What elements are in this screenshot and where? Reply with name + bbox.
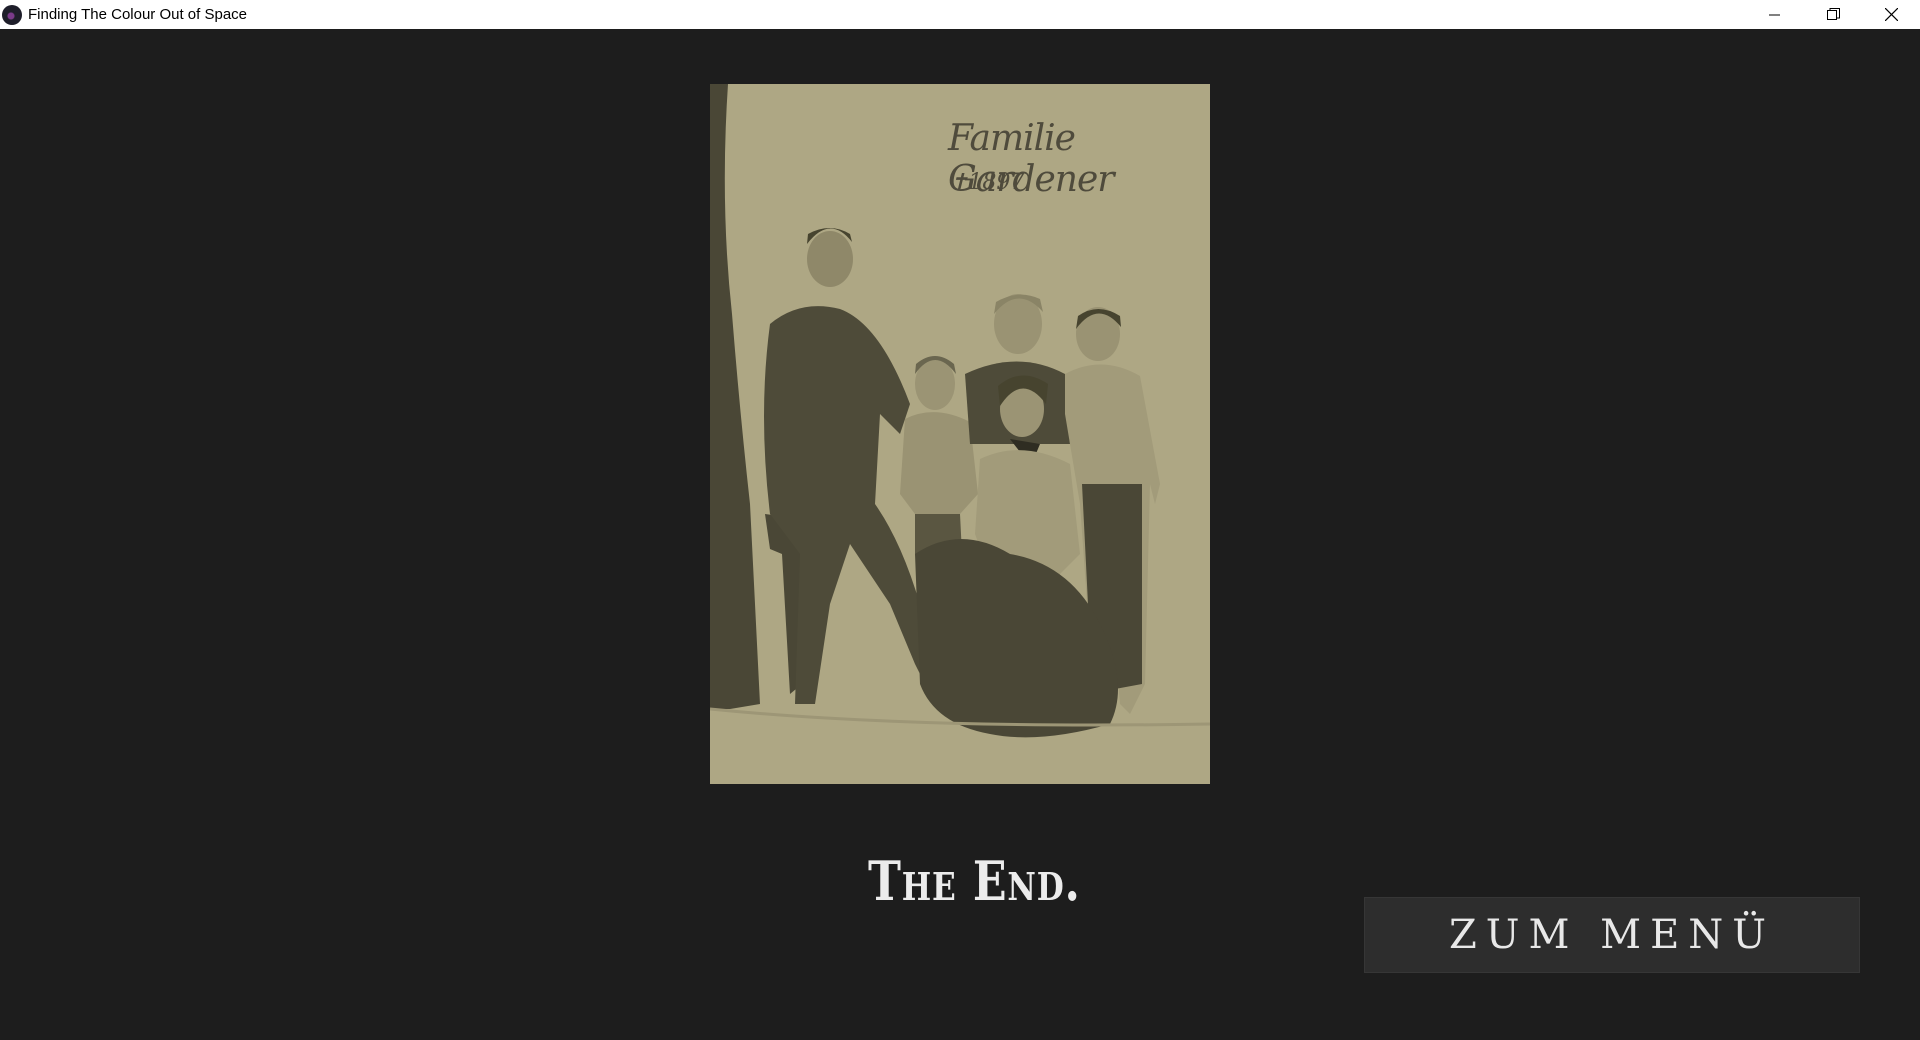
- zum-menu-button[interactable]: ZUM MENÜ: [1364, 897, 1860, 973]
- window-title: Finding The Colour Out of Space: [28, 6, 248, 23]
- minimize-button[interactable]: [1746, 0, 1804, 29]
- window-controls: [1746, 0, 1920, 29]
- restore-icon: [1826, 8, 1840, 20]
- close-button[interactable]: [1862, 0, 1920, 29]
- restore-button[interactable]: [1804, 0, 1862, 29]
- minimize-icon: [1769, 14, 1780, 15]
- game-logo-icon: [2, 4, 22, 25]
- the-end-text: The End.: [868, 849, 1081, 913]
- close-icon: [1884, 8, 1898, 21]
- family-portrait: Familie Gardener ✝1897: [710, 84, 1210, 784]
- portrait-caption-year: ✝1897: [950, 170, 1025, 195]
- zum-menu-label: ZUM MENÜ: [1448, 912, 1776, 958]
- window-titlebar: Finding The Colour Out of Space: [0, 0, 1920, 30]
- game-screen: Familie Gardener ✝1897 The End. ZUM MENÜ: [0, 29, 1920, 1040]
